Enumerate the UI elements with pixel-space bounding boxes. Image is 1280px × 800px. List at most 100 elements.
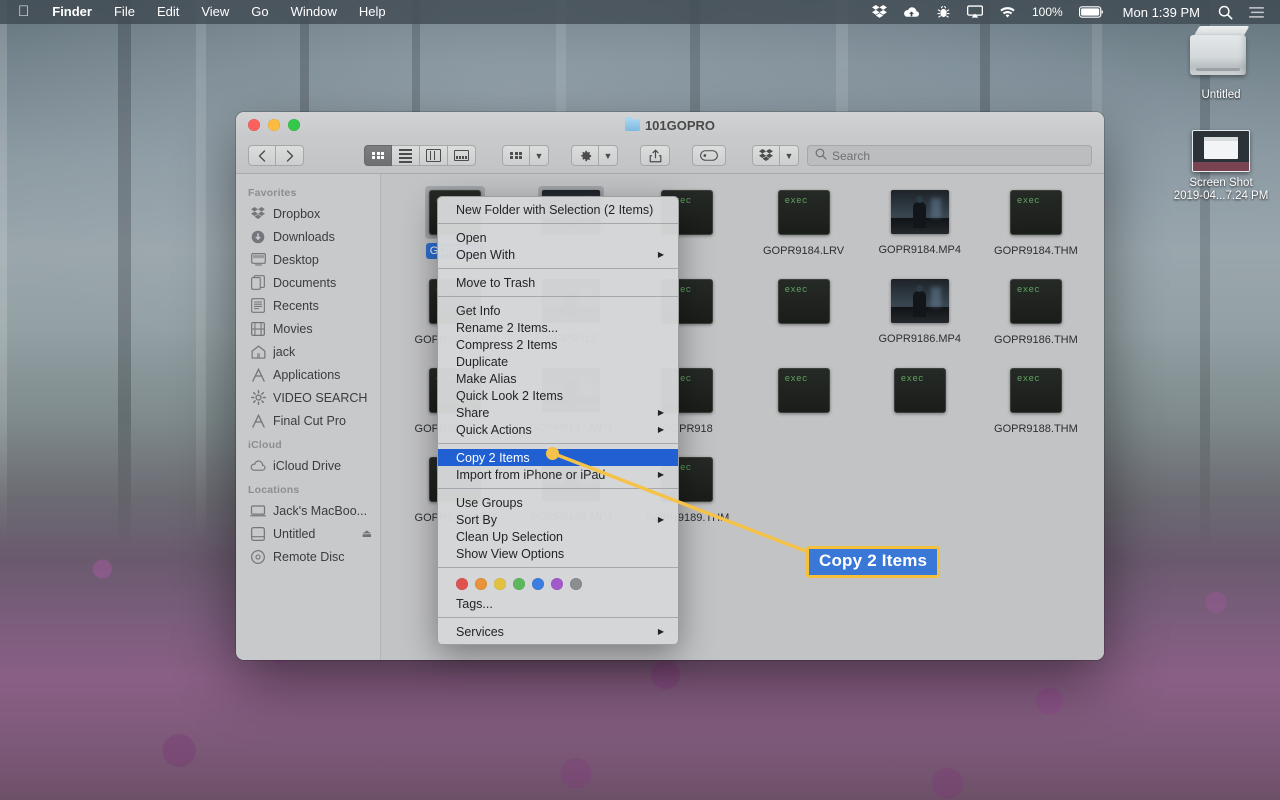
exec-icon-text: exec (1016, 285, 1041, 295)
bug-icon[interactable] (928, 5, 959, 19)
sidebar-item-jacks-macbook[interactable]: Jack's MacBoo... (236, 499, 380, 522)
menu-item-new-folder-with-selection[interactable]: New Folder with Selection (2 Items) (438, 201, 678, 218)
file-item[interactable]: exec GOPR9184.THM (978, 186, 1094, 259)
desktop-icon-label: Untitled (1201, 89, 1241, 101)
sidebar-item-documents[interactable]: Documents (236, 271, 380, 294)
gallery-view-button[interactable] (448, 145, 476, 166)
tag-color-orange[interactable] (475, 578, 487, 590)
menu-item-services[interactable]: Services ▶ (438, 623, 678, 640)
forward-button[interactable] (276, 145, 304, 166)
menu-item-go[interactable]: Go (240, 0, 279, 24)
menu-item-clean-up-selection[interactable]: Clean Up Selection (438, 528, 678, 545)
menu-item-make-alias[interactable]: Make Alias (438, 370, 678, 387)
chevron-down-icon[interactable]: ▼ (599, 145, 618, 166)
battery-icon[interactable] (1071, 6, 1113, 18)
submenu-arrow-icon: ▶ (657, 627, 664, 636)
menu-item-quick-actions[interactable]: Quick Actions ▶ (438, 421, 678, 438)
tag-button[interactable] (692, 145, 726, 166)
sidebar-item-movies[interactable]: Movies (236, 317, 380, 340)
sidebar-item-label: Applications (273, 367, 341, 382)
download-icon (250, 229, 266, 245)
menu-item-move-to-trash[interactable]: Move to Trash (438, 274, 678, 291)
menu-item-duplicate[interactable]: Duplicate (438, 353, 678, 370)
action-gear-button[interactable] (571, 145, 599, 166)
menu-item-label: Quick Actions (456, 422, 532, 437)
cloud-icon[interactable] (895, 6, 928, 19)
file-name-label (800, 421, 808, 423)
menu-item-edit[interactable]: Edit (146, 0, 190, 24)
list-view-button[interactable] (392, 145, 420, 166)
airplay-icon[interactable] (959, 5, 991, 19)
tag-color-blue[interactable] (532, 578, 544, 590)
menu-item-use-groups[interactable]: Use Groups (438, 494, 678, 511)
group-items-button[interactable] (502, 145, 530, 166)
column-view-button[interactable] (420, 145, 448, 166)
menu-item-open[interactable]: Open (438, 229, 678, 246)
file-item[interactable]: exec (745, 364, 861, 437)
sidebar-item-dropbox[interactable]: Dropbox (236, 202, 380, 225)
chevron-down-icon[interactable]: ▼ (530, 145, 549, 166)
sidebar-item-untitled[interactable]: Untitled ⏏ (236, 522, 380, 545)
chevron-down-icon[interactable]: ▼ (780, 145, 799, 166)
menu-item-file[interactable]: File (103, 0, 146, 24)
sidebar-item-recents[interactable]: Recents (236, 294, 380, 317)
file-name-label: GOPR9184.THM (994, 245, 1078, 257)
tag-color-yellow[interactable] (494, 578, 506, 590)
menu-bar-clock[interactable]: Mon 1:39 PM (1113, 5, 1210, 20)
menu-item-label: Sort By (456, 512, 497, 527)
share-button[interactable] (640, 145, 670, 166)
sidebar-item-label: Desktop (273, 252, 319, 267)
menu-item-import-from-iphone-or-ipad[interactable]: Import from iPhone or iPad ▶ (438, 466, 678, 483)
icon-view-button[interactable] (364, 145, 392, 166)
menu-item-open-with[interactable]: Open With ▶ (438, 246, 678, 263)
menu-item-share[interactable]: Share ▶ (438, 404, 678, 421)
apple-logo-icon[interactable]:  (10, 0, 41, 24)
finder-title-bar[interactable]: 101GOPRO (236, 112, 1104, 138)
sidebar-item-applications[interactable]: Applications (236, 363, 380, 386)
menu-item-view[interactable]: View (190, 0, 240, 24)
menu-item-tags[interactable]: Tags... (438, 595, 678, 612)
file-item[interactable]: exec GOPR9188.THM (978, 364, 1094, 437)
tag-color-green[interactable] (513, 578, 525, 590)
menu-item-window[interactable]: Window (280, 0, 348, 24)
menu-bar-status-area: 100% Mon 1:39 PM (864, 0, 1280, 24)
eject-icon[interactable]: ⏏ (362, 527, 372, 540)
tag-color-gray[interactable] (570, 578, 582, 590)
menu-item-help[interactable]: Help (348, 0, 397, 24)
menu-item-get-info[interactable]: Get Info (438, 302, 678, 319)
back-button[interactable] (248, 145, 276, 166)
desktop-icon-untitled-drive[interactable]: Untitled (1166, 26, 1276, 102)
search-field[interactable]: Search (807, 145, 1092, 166)
sidebar-item-final-cut-pro[interactable]: Final Cut Pro (236, 409, 380, 432)
dropbox-icon[interactable] (864, 5, 895, 19)
file-item[interactable]: GOPR9184.MP4 (862, 186, 978, 259)
menu-item-quick-look-2-items[interactable]: Quick Look 2 Items (438, 387, 678, 404)
dropbox-icon[interactable] (752, 145, 780, 166)
file-item[interactable]: GOPR9186.MP4 (862, 275, 978, 348)
file-item[interactable]: exec (862, 364, 978, 437)
sidebar-item-desktop[interactable]: Desktop (236, 248, 380, 271)
wifi-icon[interactable] (991, 6, 1024, 19)
menu-item-sort-by[interactable]: Sort By ▶ (438, 511, 678, 528)
file-item[interactable]: exec (745, 275, 861, 348)
desktop-icon-label-line2: 2019-04...7.24 PM (1173, 190, 1269, 202)
sidebar-section-icloud: iCloud (248, 439, 282, 451)
menu-item-show-view-options[interactable]: Show View Options (438, 545, 678, 562)
menu-item-rename-2-items[interactable]: Rename 2 Items... (438, 319, 678, 336)
control-center-icon[interactable] (1241, 6, 1272, 19)
context-menu[interactable]: New Folder with Selection (2 Items) Open… (437, 196, 679, 645)
tag-color-purple[interactable] (551, 578, 563, 590)
file-item[interactable]: exec GOPR9186.THM (978, 275, 1094, 348)
drive-icon (250, 526, 266, 542)
search-icon[interactable] (1210, 5, 1241, 20)
sidebar-item-remote-disc[interactable]: Remote Disc (236, 545, 380, 568)
desktop-icon-screenshot[interactable]: Screen Shot 2019-04...7.24 PM (1166, 130, 1276, 203)
menu-item-compress-2-items[interactable]: Compress 2 Items (438, 336, 678, 353)
file-item[interactable]: exec GOPR9184.LRV (745, 186, 861, 259)
sidebar-item-video-search[interactable]: VIDEO SEARCH (236, 386, 380, 409)
menu-item-finder[interactable]: Finder (41, 0, 103, 24)
sidebar-item-jack[interactable]: jack (236, 340, 380, 363)
sidebar-item-downloads[interactable]: Downloads (236, 225, 380, 248)
sidebar-item-icloud-drive[interactable]: iCloud Drive (236, 454, 380, 477)
tag-color-red[interactable] (456, 578, 468, 590)
